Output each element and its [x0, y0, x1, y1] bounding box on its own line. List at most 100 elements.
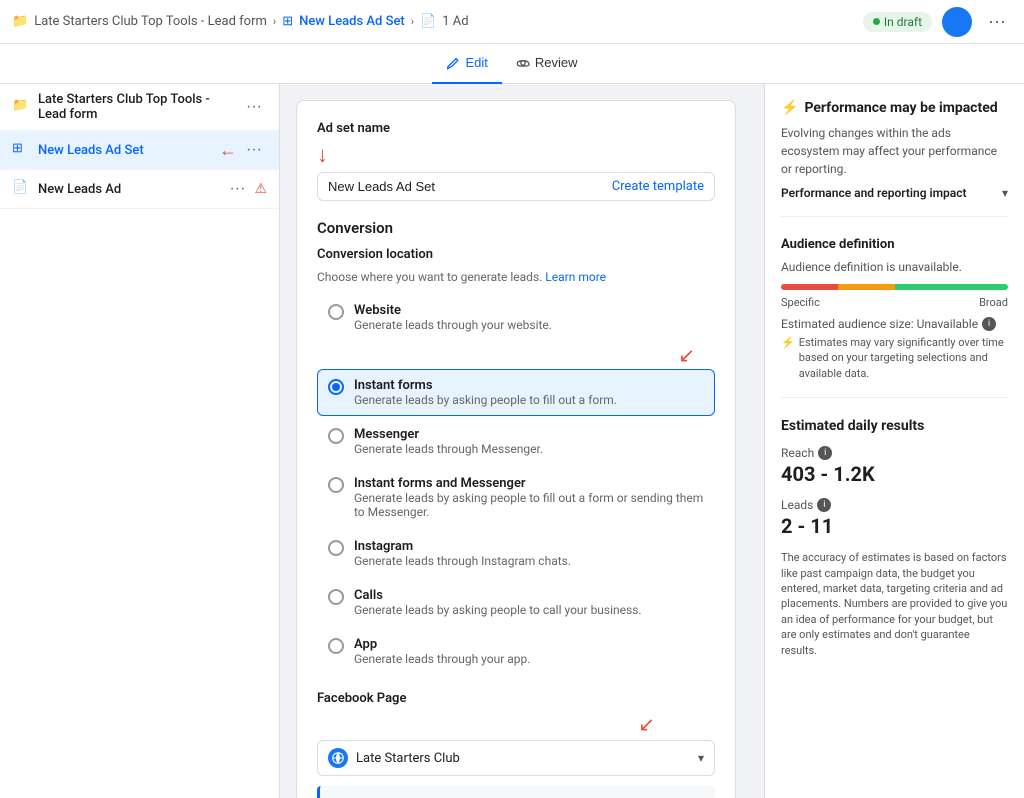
ad-set-name-input[interactable] — [328, 179, 604, 194]
option-app[interactable]: App Generate leads through your app. — [317, 628, 715, 675]
results-title: Estimated daily results — [781, 418, 1008, 434]
create-template-link[interactable]: Create template — [612, 179, 704, 194]
breadcrumb-item-3[interactable]: 1 Ad — [442, 14, 468, 29]
sidebar-item-label: New Leads Ad — [38, 182, 224, 197]
actionbar: Edit Review — [0, 44, 1024, 84]
performance-expand-label: Performance and reporting impact — [781, 186, 967, 200]
edit-button[interactable]: Edit — [432, 44, 501, 84]
estimate-icon: ⚡ — [781, 335, 795, 381]
reach-result: Reach i 403 - 1.2K — [781, 446, 1008, 486]
folder-icon: 📁 — [12, 14, 28, 29]
breadcrumb-sep-1: › — [273, 15, 276, 28]
option-instant-forms-messenger[interactable]: Instant forms and Messenger Generate lea… — [317, 467, 715, 528]
facebook-page-select[interactable]: Late Starters Club ▾ — [317, 740, 715, 776]
conversion-section: Conversion Conversion location Choose wh… — [317, 219, 715, 675]
radio-circle-calls — [328, 589, 344, 605]
conversion-location-label: Conversion location — [317, 247, 715, 262]
folder-icon: 📁 — [12, 98, 30, 116]
topbar: 📁 Late Starters Club Top Tools - Lead fo… — [0, 0, 1024, 44]
arrow-annotation: ← — [219, 140, 237, 161]
eye-icon — [516, 56, 530, 70]
sidebar-item-label: Late Starters Club Top Tools - Lead form — [38, 92, 241, 122]
conversion-helper: Choose where you want to generate leads.… — [317, 270, 715, 284]
terms-box: 🏛 You've accepted Meta's Lead Ads Terms … — [317, 786, 715, 798]
status-badge: In draft — [863, 12, 932, 32]
sidebar-item-more-button[interactable]: ··· — [241, 139, 267, 161]
option-instant-forms[interactable]: Instant forms Generate leads by asking p… — [317, 369, 715, 416]
status-dot — [873, 18, 880, 25]
audience-section: Audience definition Audience definition … — [781, 237, 1008, 398]
arrow-annotation-3: ↙ — [678, 343, 695, 367]
option-messenger[interactable]: Messenger Generate leads through Messeng… — [317, 418, 715, 465]
sidebar-item-new-leads-ad[interactable]: 📄 New Leads Ad ··· ⚠ — [0, 170, 279, 209]
option-instagram[interactable]: Instagram Generate leads through Instagr… — [317, 530, 715, 577]
warning-icon: ⚠ — [254, 181, 267, 197]
performance-expand-row[interactable]: Performance and reporting impact ▾ — [781, 186, 1008, 200]
content-area: Ad set name ↓ Create template Conversion… — [280, 84, 764, 798]
document-icon: 📄 — [420, 14, 436, 29]
breadcrumb-item-2[interactable]: New Leads Ad Set — [299, 14, 405, 29]
option-instagram-label: Instagram — [354, 539, 571, 554]
page-icon — [328, 748, 348, 768]
option-website-desc: Generate leads through your website. — [354, 318, 552, 332]
radio-circle-instant-forms — [328, 379, 344, 395]
estimated-results-section: Estimated daily results Reach i 403 - 1.… — [781, 418, 1008, 674]
option-website[interactable]: Website Generate leads through your webs… — [317, 294, 715, 341]
sidebar-item-more-button[interactable]: ··· — [224, 178, 250, 200]
grid-icon: ⊞ — [282, 14, 293, 29]
document-icon: 📄 — [12, 180, 30, 198]
option-app-label: App — [354, 637, 530, 652]
audience-unavail: Audience definition is unavailable. — [781, 260, 1008, 274]
breadcrumb-item-1[interactable]: Late Starters Club Top Tools - Lead form — [34, 14, 267, 29]
option-instagram-desc: Generate leads through Instagram chats. — [354, 554, 571, 568]
ad-set-name-section: Ad set name ↓ Create template — [317, 121, 715, 201]
option-instant-forms-label: Instant forms — [354, 378, 617, 393]
review-button[interactable]: Review — [502, 44, 592, 84]
info-icon: i — [982, 317, 996, 331]
radio-circle-instagram — [328, 540, 344, 556]
status-label: In draft — [884, 15, 922, 29]
edit-icon — [446, 56, 460, 70]
ad-set-name-label: Ad set name — [317, 121, 715, 136]
leads-label: Leads i — [781, 498, 1008, 512]
topbar-more-button[interactable]: ··· — [982, 7, 1012, 36]
option-messenger-label: Messenger — [354, 427, 543, 442]
option-website-label: Website — [354, 303, 552, 318]
radio-circle-ifm — [328, 477, 344, 493]
chevron-down-icon: ▾ — [698, 751, 704, 765]
arrow-annotation-4: ↙ — [638, 712, 655, 736]
option-calls-desc: Generate leads by asking people to call … — [354, 603, 642, 617]
reach-value: 403 - 1.2K — [781, 462, 1008, 486]
conversion-options: Website Generate leads through your webs… — [317, 294, 715, 675]
audience-title: Audience definition — [781, 237, 1008, 252]
facebook-page-label: Facebook Page — [317, 691, 715, 706]
sidebar-item-top-tools[interactable]: 📁 Late Starters Club Top Tools - Lead fo… — [0, 84, 279, 131]
leads-info-icon: i — [817, 498, 831, 512]
breadcrumb-sep-2: › — [411, 15, 414, 28]
reach-label: Reach i — [781, 446, 1008, 460]
option-instant-forms-desc: Generate leads by asking people to fill … — [354, 393, 617, 407]
broad-label: Broad — [979, 296, 1008, 309]
option-app-desc: Generate leads through your app. — [354, 652, 530, 666]
main-layout: 📁 Late Starters Club Top Tools - Lead fo… — [0, 84, 1024, 798]
facebook-page-section: Facebook Page ↙ Late Starters Club ▾ 🏛 — [317, 691, 715, 798]
bar-red — [781, 284, 838, 290]
option-calls[interactable]: Calls Generate leads by asking people to… — [317, 579, 715, 626]
performance-title: ⚡ Performance may be impacted — [781, 100, 1008, 116]
sidebar-item-new-leads-ad-set[interactable]: ⊞ New Leads Ad Set ← ··· — [0, 131, 279, 170]
results-note: The accuracy of estimates is based on fa… — [781, 550, 1008, 658]
conversion-title: Conversion — [317, 219, 715, 237]
chevron-down-icon: ▾ — [1002, 186, 1008, 200]
breadcrumb: 📁 Late Starters Club Top Tools - Lead fo… — [12, 14, 469, 29]
bar-yellow — [838, 284, 895, 290]
audience-range: Specific Broad — [781, 296, 1008, 309]
sidebar-item-label: New Leads Ad Set — [38, 143, 219, 158]
reach-info-icon: i — [818, 446, 832, 460]
selected-page-label: Late Starters Club — [356, 751, 698, 766]
audience-bar — [781, 284, 1008, 290]
right-panel: ⚡ Performance may be impacted Evolving c… — [764, 84, 1024, 798]
learn-more-link[interactable]: Learn more — [545, 270, 606, 284]
arrow-annotation-2: ↓ — [317, 142, 328, 168]
sidebar-item-more-button[interactable]: ··· — [241, 96, 267, 118]
option-ifm-desc: Generate leads by asking people to fill … — [354, 491, 704, 519]
